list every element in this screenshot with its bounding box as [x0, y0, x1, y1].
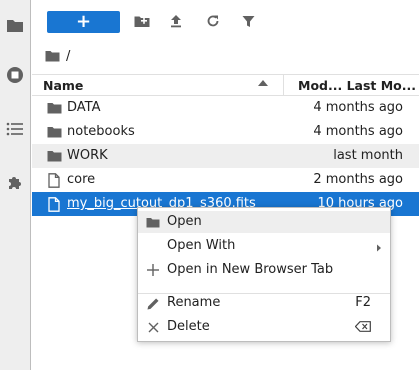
column-name-header[interactable]: Name: [43, 78, 83, 93]
chevron-right-icon: [376, 241, 382, 256]
close-icon: [148, 322, 158, 332]
menu-item-label: Delete: [167, 319, 210, 334]
sidebar-extensions[interactable]: [0, 168, 30, 198]
folder-icon: [146, 217, 160, 227]
file-icon: [48, 172, 60, 188]
pencil-icon: [147, 298, 158, 309]
activity-sidebar: [0, 0, 31, 370]
menu-item-label: Open With: [167, 238, 236, 253]
file-modified: 4 months ago: [313, 124, 403, 139]
column-divider[interactable]: [283, 75, 284, 95]
filter-icon: [242, 15, 254, 27]
sidebar-file-browser[interactable]: [0, 10, 30, 40]
new-folder-button[interactable]: [133, 12, 151, 30]
refresh-icon: [207, 15, 219, 27]
sidebar-running[interactable]: [0, 60, 30, 90]
refresh-button[interactable]: [204, 12, 222, 30]
list-icon: [6, 122, 23, 136]
upload-button[interactable]: [167, 12, 185, 30]
folder-icon: [47, 103, 61, 114]
file-name: notebooks: [67, 124, 135, 139]
file-row-data[interactable]: DATA 4 months ago: [32, 96, 419, 120]
sidebar-table-of-contents[interactable]: [0, 114, 30, 144]
folder-icon: [7, 19, 23, 32]
file-name: DATA: [67, 100, 101, 115]
menu-item-open[interactable]: Open: [138, 211, 390, 233]
file-list-header: Name Mod... Last Mo...: [32, 74, 419, 96]
file-modified: 4 months ago: [313, 100, 403, 115]
file-row-work[interactable]: WORK last month: [32, 144, 419, 168]
backspace-key-icon: [354, 321, 371, 336]
file-modified: last month: [333, 148, 403, 163]
extension-icon: [9, 177, 21, 189]
running-icon: [7, 67, 23, 83]
file-list: DATA 4 months ago notebooks 4 months ago…: [32, 96, 419, 216]
folder-icon: [47, 151, 61, 162]
file-name: WORK: [67, 148, 108, 163]
file-icon: [48, 196, 60, 212]
home-folder-icon[interactable]: [45, 50, 60, 62]
upload-icon: [171, 15, 181, 28]
breadcrumb-path[interactable]: /: [66, 49, 70, 64]
file-browser-toolbar: +: [32, 0, 419, 42]
file-row-core[interactable]: core 2 months ago: [32, 168, 419, 192]
filter-button[interactable]: [239, 12, 257, 30]
new-launcher-button[interactable]: +: [47, 11, 120, 33]
menu-item-label: Open: [167, 214, 202, 229]
menu-item-delete[interactable]: Delete: [138, 316, 390, 338]
new-folder-icon: [134, 16, 150, 27]
sort-ascending-icon[interactable]: [258, 80, 268, 86]
plus-icon: [147, 264, 159, 276]
menu-item-open-new-tab[interactable]: Open in New Browser Tab: [138, 259, 390, 281]
menu-item-label: Rename: [167, 295, 221, 310]
file-modified: 2 months ago: [313, 172, 403, 187]
menu-item-open-with[interactable]: Open With: [138, 235, 390, 257]
breadcrumb: /: [45, 46, 70, 66]
menu-item-label: Open in New Browser Tab: [167, 262, 334, 277]
menu-item-rename[interactable]: Rename F2: [138, 292, 390, 314]
file-name: core: [67, 172, 96, 187]
menu-item-shortcut: F2: [355, 295, 371, 310]
new-launcher-label: +: [75, 11, 92, 32]
context-menu: Open Open With Open in New Browser Tab R…: [137, 207, 391, 342]
folder-icon: [47, 127, 61, 138]
column-modified-header[interactable]: Mod... Last Mo...: [298, 78, 416, 93]
file-row-notebooks[interactable]: notebooks 4 months ago: [32, 120, 419, 144]
